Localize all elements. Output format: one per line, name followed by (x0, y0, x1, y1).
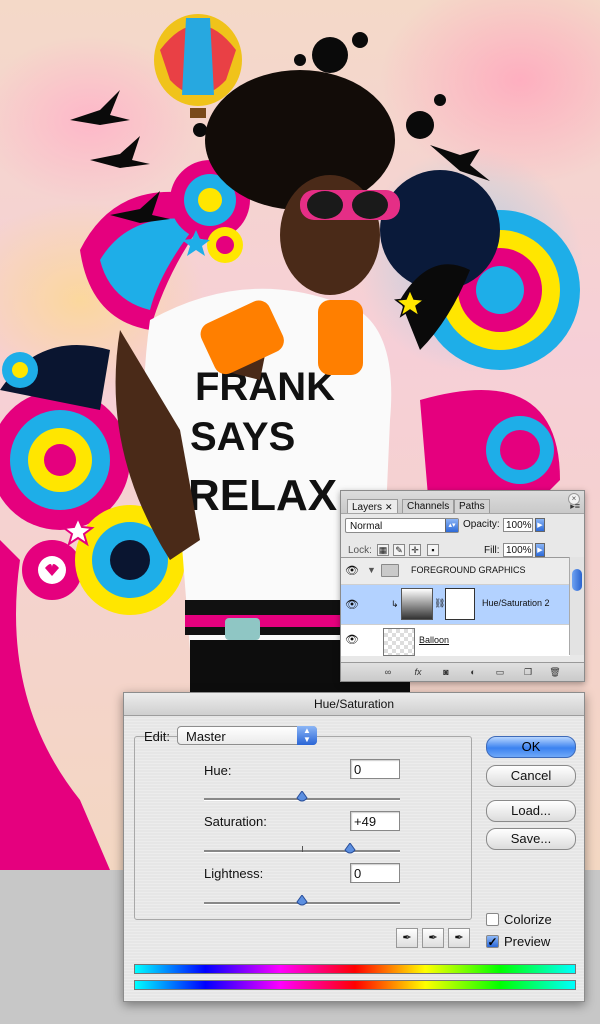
layer-name: FOREGROUND GRAPHICS (411, 565, 526, 575)
hue-label: Hue: (204, 763, 232, 778)
lightness-slider[interactable] (204, 895, 400, 906)
colorize-label: Colorize (504, 912, 552, 927)
edit-value: Master (186, 729, 226, 744)
eye-icon[interactable]: 👁 (343, 564, 361, 578)
folder-icon (381, 564, 399, 577)
opacity-arrow-icon[interactable]: ▶ (535, 518, 545, 532)
eyedropper-minus-icon[interactable]: ✒ (448, 928, 470, 948)
panel-menu-icon[interactable]: ▸≡ (570, 501, 580, 512)
layers-panel-tabbar: Layers ✕ Channels Paths × ▸≡ (341, 491, 584, 514)
eyedropper-icon[interactable]: ✒ (396, 928, 418, 948)
lock-transparent-icon[interactable]: ▦ (377, 544, 389, 556)
chain-link-icon[interactable]: ⛓ (434, 598, 445, 609)
output-color-spectrum (134, 980, 576, 990)
svg-text:SAYS: SAYS (190, 415, 295, 459)
hue-slider-knob[interactable] (296, 791, 308, 803)
opacity-field[interactable]: 100% (503, 518, 533, 532)
layers-bottom-bar: ∞ fx ◙ ◐ ▭ ❐ 🗑 (341, 662, 584, 681)
edit-select[interactable]: Master ▲ ▼ (177, 726, 317, 745)
saturation-slider[interactable] (204, 843, 400, 854)
new-layer-icon[interactable]: ❐ (521, 666, 535, 678)
input-color-spectrum (134, 964, 576, 974)
tab-channels[interactable]: Channels (402, 499, 455, 513)
saturation-field[interactable]: +49 (350, 811, 400, 831)
layer-row-foreground-graphics[interactable]: 👁 ▼ FOREGROUND GRAPHICS (341, 558, 570, 585)
eye-icon[interactable]: 👁 (343, 598, 361, 612)
triangle-down-icon[interactable]: ▼ (367, 565, 376, 575)
new-group-icon[interactable]: ▭ (493, 666, 507, 678)
layer-name: Balloon (419, 635, 450, 645)
clip-arrow-icon: ↳ (391, 599, 399, 609)
chevron-updown-icon: ▲ ▼ (297, 726, 317, 745)
tab-paths-label: Paths (459, 501, 485, 512)
trash-icon[interactable]: 🗑 (548, 666, 562, 678)
save-button[interactable]: Save... (486, 828, 576, 850)
scrollbar-thumb[interactable] (572, 569, 582, 591)
saturation-slider-knob[interactable] (344, 843, 356, 855)
cancel-button[interactable]: Cancel (486, 765, 576, 787)
layer-list: 👁 ▼ FOREGROUND GRAPHICS 👁 ↳ ⛓ Hue/Satura… (341, 557, 570, 656)
saturation-center-tick (302, 846, 303, 852)
layer-thumbnail (383, 628, 415, 656)
layers-scrollbar[interactable] (569, 557, 584, 655)
adjustment-layer-icon[interactable]: ◐ (466, 666, 480, 678)
lock-position-icon[interactable]: ✛ (409, 544, 421, 556)
tab-close-icon[interactable]: ✕ (385, 502, 393, 512)
hue-saturation-dialog: Hue/Saturation Edit: Master ▲ ▼ Hue: 0 Sa… (123, 692, 585, 1002)
hue-slider[interactable] (204, 791, 400, 802)
layers-panel: Layers ✕ Channels Paths × ▸≡ Normal ▴▾ Op… (340, 490, 585, 682)
add-mask-icon[interactable]: ◙ (439, 666, 453, 678)
fill-label: Fill: (484, 545, 500, 556)
opacity-label: Opacity: (463, 519, 500, 530)
mask-thumbnail[interactable] (445, 588, 475, 620)
saturation-label: Saturation: (204, 814, 267, 829)
fill-arrow-icon[interactable]: ▶ (535, 543, 545, 557)
load-button[interactable]: Load... (486, 800, 576, 822)
tab-layers[interactable]: Layers ✕ (347, 499, 398, 513)
dialog-title: Hue/Saturation (124, 693, 584, 716)
lock-all-icon[interactable]: ▪ (427, 544, 439, 556)
fill-field[interactable]: 100% (503, 543, 533, 557)
layer-row-hue-saturation[interactable]: 👁 ↳ ⛓ Hue/Saturation 2 (341, 585, 570, 625)
layer-row-balloon[interactable]: 👁 Balloon (341, 625, 570, 656)
tab-channels-label: Channels (407, 501, 450, 512)
lock-image-icon[interactable]: ✎ (393, 544, 405, 556)
lock-label: Lock: (348, 545, 372, 556)
hue-field[interactable]: 0 (350, 759, 400, 779)
lightness-slider-knob[interactable] (296, 895, 308, 907)
tab-layers-label: Layers (352, 502, 383, 513)
preview-label: Preview (504, 934, 551, 949)
link-layers-icon[interactable]: ∞ (381, 666, 395, 678)
chevron-updown-icon: ▴▾ (445, 519, 458, 532)
lightness-field[interactable]: 0 (350, 863, 400, 883)
layer-name: Hue/Saturation 2 (482, 598, 550, 608)
eyedropper-plus-icon[interactable]: ✒ (422, 928, 444, 948)
adjustment-group (134, 736, 472, 920)
svg-text:FRANK: FRANK (195, 365, 335, 409)
ok-button[interactable]: OK (486, 736, 576, 758)
svg-text:RELAX: RELAX (188, 471, 337, 520)
preview-checkbox[interactable]: ✓ (486, 935, 499, 948)
fx-icon[interactable]: fx (411, 666, 425, 678)
colorize-checkbox[interactable] (486, 913, 499, 926)
blend-mode-value: Normal (350, 521, 383, 532)
blend-mode-select[interactable]: Normal ▴▾ (345, 518, 459, 533)
edit-label: Edit: (144, 729, 171, 744)
adjustment-thumbnail (401, 588, 433, 620)
lightness-label: Lightness: (204, 866, 264, 881)
tab-paths[interactable]: Paths (454, 499, 490, 513)
eye-icon[interactable]: 👁 (343, 633, 361, 647)
